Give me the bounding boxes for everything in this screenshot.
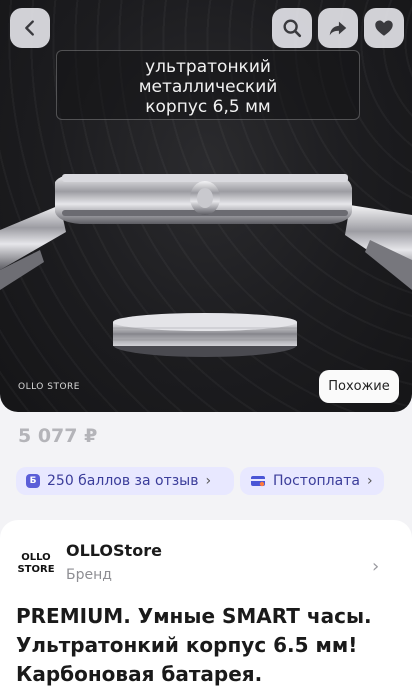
image-brand-mark: OLLO STORE <box>18 382 80 392</box>
card-icon <box>251 476 265 487</box>
postpay-chip[interactable]: Постоплата › <box>240 467 384 495</box>
review-points-label: 250 баллов за отзыв <box>47 473 199 489</box>
search-button[interactable] <box>272 8 312 48</box>
review-points-chip[interactable]: Б 250 баллов за отзыв › <box>16 467 234 495</box>
store-chevron-right-icon[interactable]: › <box>372 556 379 577</box>
postpay-label: Постоплата <box>273 473 360 489</box>
store-logo-line1: OLLO <box>21 552 51 563</box>
search-icon <box>283 19 302 38</box>
product-image-gallery[interactable]: ультратонкий металлический корпус 6,5 мм… <box>0 0 412 412</box>
store-logo-line2: STORE <box>17 564 55 575</box>
product-title: PREMIUM. Умные SMART часы. Ультратонкий … <box>16 604 372 686</box>
store-name[interactable]: OLLOStore <box>66 541 162 560</box>
store-subtitle: Бренд <box>66 567 112 583</box>
image-caption: ультратонкий металлический корпус 6,5 мм <box>56 50 360 120</box>
share-button[interactable] <box>318 8 358 48</box>
heart-icon <box>375 20 393 36</box>
store-logo[interactable]: OLLO STORE <box>16 547 56 581</box>
chevron-left-icon <box>25 20 34 36</box>
points-badge-icon: Б <box>26 474 40 488</box>
back-button[interactable] <box>10 8 50 48</box>
chevron-right-icon: › <box>205 473 212 489</box>
share-icon <box>329 21 347 36</box>
similar-button[interactable]: Похожие <box>319 370 399 403</box>
product-price: 5 077 ₽ <box>18 425 98 447</box>
favorite-button[interactable] <box>364 8 404 48</box>
chevron-right-icon: › <box>366 473 373 489</box>
